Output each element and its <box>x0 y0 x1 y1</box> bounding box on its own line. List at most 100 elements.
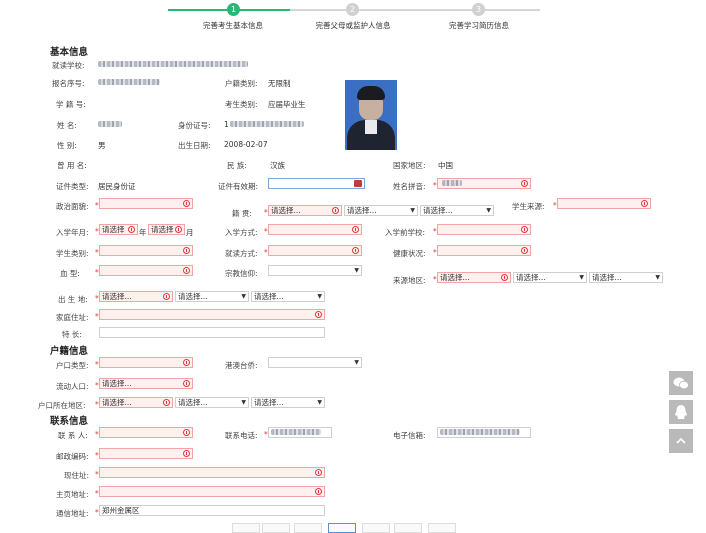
chevron-down-icon: ▼ <box>241 399 246 406</box>
qq-button[interactable] <box>669 400 693 424</box>
calendar-icon[interactable] <box>354 180 362 187</box>
month-unit: 月 <box>186 228 194 237</box>
page-button[interactable] <box>294 523 322 533</box>
label-email: 电子信箱: <box>393 431 426 440</box>
label-xuejihao: 学 籍 号: <box>56 100 86 109</box>
country-value: 中国 <box>438 161 453 170</box>
source-area-county-select[interactable]: 请选择... ▼ <box>589 272 663 283</box>
email-input[interactable] <box>437 427 531 438</box>
page-button[interactable] <box>428 523 456 533</box>
alert-icon <box>501 274 508 281</box>
label-source: 学生来源: <box>512 202 545 211</box>
source-area-province-select[interactable]: 请选择... <box>437 272 511 283</box>
label-jiguan: 籍 贯: <box>232 209 252 218</box>
hukou-area-city-select[interactable]: 请选择... ▼ <box>175 397 249 408</box>
alert-icon <box>175 226 182 233</box>
birthplace-province-select[interactable]: 请选择... <box>99 291 173 302</box>
qq-icon <box>675 405 687 420</box>
source-select[interactable] <box>557 198 651 209</box>
pinyin-input[interactable] <box>437 178 531 189</box>
back-to-top-button[interactable] <box>669 429 693 453</box>
specialty-input[interactable] <box>99 327 325 338</box>
chevron-down-icon: ▼ <box>486 207 491 214</box>
study-way-select[interactable] <box>268 245 362 256</box>
alert-icon <box>352 226 359 233</box>
hukou-area-county-select[interactable]: 请选择... ▼ <box>251 397 325 408</box>
cur-addr-input[interactable] <box>99 467 325 478</box>
jiguan-county-select[interactable]: 请选择... ▼ <box>420 205 494 216</box>
label-cur-addr: 现住址: <box>64 471 90 480</box>
phone-value-blurred <box>271 429 321 435</box>
gender-value: 男 <box>98 141 106 150</box>
mail-addr-input[interactable]: 郑州金属区 <box>99 505 325 516</box>
alert-icon <box>128 226 135 233</box>
prev-school-input[interactable] <box>437 224 531 235</box>
politics-select[interactable] <box>99 198 193 209</box>
source-area-city-select[interactable]: 请选择... ▼ <box>513 272 587 283</box>
label-gender: 性 别: <box>57 141 77 150</box>
label-study-way: 就读方式: <box>225 249 258 258</box>
cert-valid-date-input[interactable] <box>268 178 365 189</box>
label-idno: 身份证号: <box>178 121 211 130</box>
enroll-month-select[interactable]: 请选择 <box>148 224 185 235</box>
page-button[interactable] <box>394 523 422 533</box>
page-button[interactable] <box>262 523 290 533</box>
ethnic-value: 汉族 <box>270 161 285 170</box>
section-basic-info: 基本信息 <box>50 47 89 58</box>
stu-type-select[interactable] <box>99 245 193 256</box>
page-button-current[interactable] <box>328 523 356 533</box>
step-1-label[interactable]: 完善考生基本信息 <box>203 20 263 31</box>
step-2-label[interactable]: 完善父母或监护人信息 <box>316 20 391 31</box>
enroll-way-select[interactable] <box>268 224 362 235</box>
chevron-down-icon: ▼ <box>317 399 322 406</box>
enroll-year-select[interactable]: 请选择 <box>99 224 138 235</box>
label-homepage: 主页地址: <box>56 490 89 499</box>
label-hukou-area: 户口所在地区: <box>38 401 86 410</box>
alert-icon <box>315 311 322 318</box>
birthplace-county-select[interactable]: 请选择... ▼ <box>251 291 325 302</box>
label-enroll-way: 入学方式: <box>225 228 258 237</box>
step-3-label[interactable]: 完善学习简历信息 <box>449 20 509 31</box>
label-cert-valid: 证件有效期: <box>218 182 259 191</box>
hukou-area-province-select[interactable]: 请选择... <box>99 397 173 408</box>
chevron-down-icon: ▼ <box>579 274 584 281</box>
birthplace-city-select[interactable]: 请选择... ▼ <box>175 291 249 302</box>
wechat-button[interactable] <box>669 371 693 395</box>
alert-icon <box>183 429 190 436</box>
year-unit: 年 <box>139 228 147 237</box>
health-select[interactable] <box>437 245 531 256</box>
page-button[interactable] <box>232 523 260 533</box>
home-addr-input[interactable] <box>99 309 325 320</box>
alert-icon <box>183 450 190 457</box>
floating-select[interactable]: 请选择... <box>99 378 193 389</box>
label-exam-type: 考生类别: <box>225 100 258 109</box>
blood-select[interactable] <box>99 265 193 276</box>
label-contact: 联 系 人: <box>58 431 88 440</box>
contact-input[interactable] <box>99 427 193 438</box>
religion-select[interactable]: ▼ <box>268 265 362 276</box>
page-button[interactable] <box>362 523 390 533</box>
alert-icon <box>332 207 339 214</box>
phone-input[interactable] <box>268 427 332 438</box>
alert-icon <box>183 359 190 366</box>
alert-icon <box>183 200 190 207</box>
jiguan-province-select[interactable]: 请选择... <box>268 205 342 216</box>
homepage-input[interactable] <box>99 486 325 497</box>
school-value-blurred <box>98 61 248 67</box>
email-value-blurred <box>440 429 520 435</box>
idno-value: 1 <box>224 120 229 129</box>
hukou-kind-select[interactable] <box>99 357 193 368</box>
hukou-type-value: 无限制 <box>268 79 291 88</box>
alert-icon <box>163 293 170 300</box>
label-cert-type: 证件类型: <box>56 182 89 191</box>
alert-icon <box>521 180 528 187</box>
label-health: 健康状况: <box>393 249 426 258</box>
label-politics: 政治面貌: <box>56 202 89 211</box>
label-regno: 报名序号: <box>52 79 85 88</box>
postcode-input[interactable] <box>99 448 193 459</box>
jiguan-city-select[interactable]: 请选择... ▼ <box>344 205 418 216</box>
birthday-value: 2008-02-07 <box>224 140 268 149</box>
pinyin-value-blurred <box>442 180 462 186</box>
label-home-addr: 家庭住址: <box>56 313 89 322</box>
hk-tw-select[interactable]: ▼ <box>268 357 362 368</box>
